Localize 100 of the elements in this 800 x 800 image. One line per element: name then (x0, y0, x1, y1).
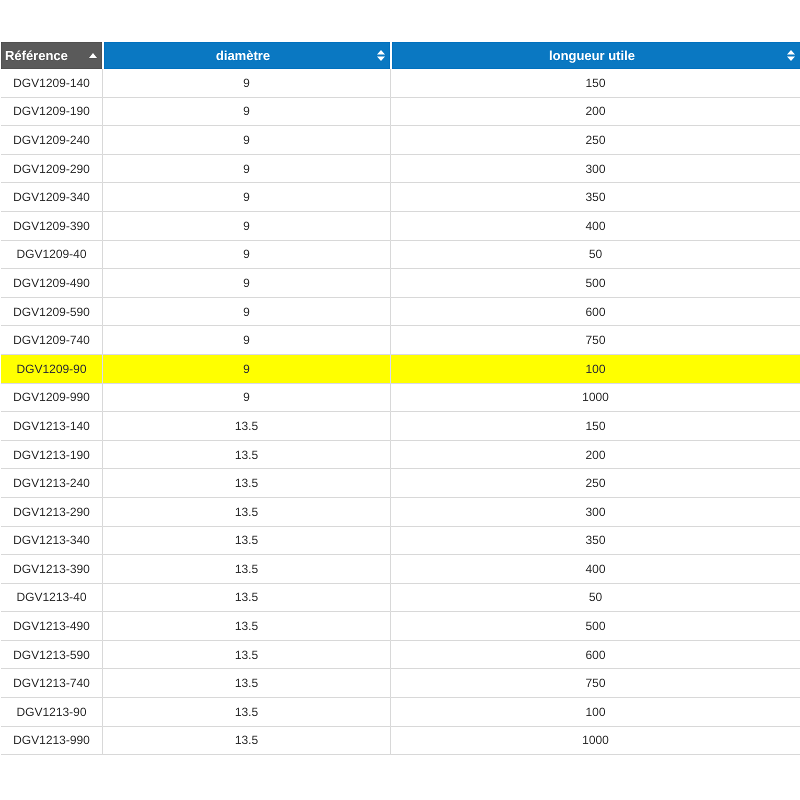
table-cell: 13.5 (234, 562, 258, 576)
table-cell: 200 (585, 104, 606, 118)
table-row[interactable]: DGV1213-190 13.5 200 (1, 440, 800, 470)
table-cell: 600 (585, 648, 606, 662)
table-cell: DGV1209-90 (16, 362, 87, 376)
table-cell: 13.5 (234, 704, 258, 719)
table-row[interactable]: DGV1213-40 13.5 50 (1, 584, 800, 612)
table-cell: DGV1209-40 (16, 247, 87, 262)
table-cell: DGV1209-740 (13, 333, 90, 348)
table-row[interactable]: DGV1213-490 13.5 500 (1, 612, 800, 641)
table-cell: 9 (243, 218, 250, 233)
table-cell: 100 (585, 704, 606, 719)
table-cell: DGV1213-490 (13, 619, 90, 634)
table-cell: DGV1213-40 (16, 590, 87, 604)
table-cell: 50 (588, 590, 602, 604)
table-cell: DGV1209-240 (13, 132, 90, 147)
table-cell: 13.5 (234, 590, 258, 604)
table-cell: 150 (585, 418, 606, 433)
table-row[interactable]: DGV1213-340 13.5 350 (1, 526, 800, 556)
table-cell: 9 (243, 76, 250, 90)
table-row[interactable]: DGV1209-490 9 500 (1, 269, 800, 298)
table-row[interactable]: DGV1209-340 9 350 (1, 183, 800, 212)
sort-up-icon (89, 53, 97, 58)
table-row[interactable]: DGV1213-590 13.5 600 (1, 640, 800, 670)
table-cell: DGV1209-590 (13, 304, 90, 319)
table-cell: 750 (585, 333, 606, 348)
table-cell: DGV1209-390 (13, 218, 90, 233)
table-cell: 300 (585, 504, 606, 519)
table-cell: 13.5 (234, 533, 258, 548)
table-row[interactable]: DGV1213-390 13.5 400 (1, 555, 800, 584)
table-cell: 200 (585, 448, 606, 462)
table-cell: 13.5 (234, 448, 258, 462)
table-cell: 13.5 (234, 733, 258, 748)
table-cell: 500 (585, 276, 606, 290)
table-cell: 9 (243, 362, 250, 376)
table-cell: DGV1213-740 (13, 676, 90, 690)
table-cell: DGV1213-240 (13, 476, 90, 490)
table-cell: 150 (585, 76, 606, 90)
table-cell: DGV1209-290 (13, 162, 90, 176)
table-cell: 9 (243, 390, 250, 404)
table-cell: DGV1209-990 (13, 390, 90, 404)
table-cell: 13.5 (234, 619, 258, 634)
table-row[interactable]: DGV1213-90 13.5 100 (1, 698, 800, 727)
table-row[interactable]: DGV1209-390 9 400 (1, 212, 800, 241)
table-cell: DGV1213-190 (13, 448, 90, 462)
table-cell: DGV1209-190 (13, 104, 90, 118)
table-row[interactable]: DGV1209-40 9 50 (1, 240, 800, 270)
table-cell: 9 (243, 132, 250, 147)
table-cell: DGV1213-340 (13, 533, 90, 548)
table-cell: DGV1213-590 (13, 648, 90, 662)
table-cell: 13.5 (234, 476, 258, 490)
table-cell: 350 (585, 190, 606, 204)
table-cell: 750 (585, 676, 606, 690)
table-cell: 9 (243, 162, 250, 176)
table-cell: 500 (585, 619, 606, 634)
table-row[interactable]: DGV1213-290 13.5 300 (1, 498, 800, 526)
table-cell: DGV1209-140 (13, 76, 90, 90)
table-cell: 250 (585, 476, 606, 490)
table-row[interactable]: DGV1213-140 13.5 150 (1, 412, 800, 441)
table-row[interactable]: DGV1209-140 9 150 (1, 69, 800, 98)
table-cell: 9 (243, 247, 250, 262)
sort-icon (787, 50, 795, 61)
column-header[interactable]: Référence (1, 42, 102, 69)
table-cell: 400 (585, 218, 606, 233)
table-row[interactable]: DGV1209-590 9 600 (1, 298, 800, 326)
table-cell: 100 (585, 362, 606, 376)
table-row[interactable]: DGV1209-240 9 250 (1, 126, 800, 155)
table-row[interactable]: DGV1213-990 13.5 1000 (1, 726, 800, 756)
table-cell: 1000 (582, 733, 609, 748)
table-row[interactable]: DGV1209-290 9 300 (1, 154, 800, 184)
table-cell: 600 (585, 304, 606, 319)
table-cell: DGV1213-140 (13, 418, 90, 433)
table-cell: 9 (243, 276, 250, 290)
table-cell: 9 (243, 304, 250, 319)
column-header[interactable]: longueur utile (390, 42, 800, 69)
table-cell: 250 (585, 132, 606, 147)
table-cell: 1000 (582, 390, 609, 404)
table-cell: 300 (585, 162, 606, 176)
table-cell: 13.5 (234, 648, 258, 662)
column-header[interactable]: diamètre (102, 42, 390, 69)
table-row[interactable]: DGV1209-190 9 200 (1, 98, 800, 126)
table-cell: 9 (243, 333, 250, 348)
table-row[interactable]: DGV1213-740 13.5 750 (1, 669, 800, 698)
table-cell: DGV1209-490 (13, 276, 90, 290)
table-cell: DGV1209-340 (13, 190, 90, 204)
table-cell: 400 (585, 562, 606, 576)
table-cell: 9 (243, 104, 250, 118)
table-cell: 9 (243, 190, 250, 204)
table-cell: DGV1213-390 (13, 562, 90, 576)
table-cell: 13.5 (234, 504, 258, 519)
table-cell: 350 (585, 533, 606, 548)
sort-icon (377, 50, 385, 61)
table-cell: 13.5 (234, 676, 258, 690)
table-cell: DGV1213-990 (13, 733, 90, 748)
table-cell: DGV1213-90 (16, 704, 87, 719)
table-row[interactable]: DGV1209-990 9 1000 (1, 384, 800, 412)
table-cell: DGV1213-290 (13, 504, 90, 519)
table-cell: 50 (588, 247, 602, 262)
table-cell: 13.5 (234, 418, 258, 433)
table-row[interactable]: DGV1213-240 13.5 250 (1, 469, 800, 498)
